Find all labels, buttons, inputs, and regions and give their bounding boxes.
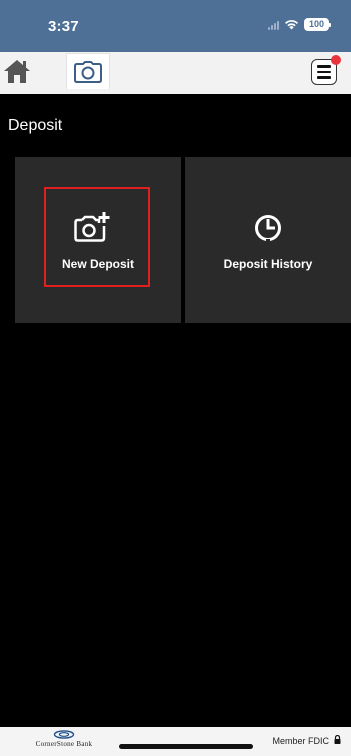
- home-icon: [4, 60, 30, 83]
- signal-icon: [268, 19, 279, 30]
- battery-icon: 100: [304, 18, 331, 31]
- status-time: 3:37: [48, 18, 79, 35]
- deposit-screen: 3:37 100 Deposit New Deposit Deposit His…: [0, 0, 351, 756]
- page-title: Deposit: [8, 117, 63, 134]
- bank-logo-icon: [53, 730, 75, 739]
- menu-button[interactable]: [311, 55, 341, 85]
- menu-icon-line: [317, 65, 331, 68]
- status-indicators: 100: [268, 18, 331, 31]
- menu-icon-line: [317, 70, 331, 74]
- deposit-history-label: Deposit History: [223, 257, 313, 271]
- clock-icon: [255, 215, 281, 243]
- footer: CornerStone Bank Member FDIC: [0, 727, 351, 756]
- home-indicator[interactable]: [119, 744, 253, 749]
- deposit-history-tile[interactable]: Deposit History: [185, 157, 351, 323]
- bank-name: CornerStone Bank: [35, 740, 93, 748]
- home-button[interactable]: [0, 52, 34, 90]
- new-deposit-label: New Deposit: [61, 257, 134, 271]
- camera-plus-icon: [74, 212, 110, 242]
- lock-icon: [334, 735, 341, 744]
- new-deposit-tile[interactable]: New Deposit: [15, 157, 181, 323]
- camera-tab[interactable]: [66, 53, 110, 89]
- member-fdic-text: Member FDIC: [272, 736, 329, 746]
- menu-icon-line: [317, 76, 331, 79]
- status-bar: 3:37 100: [0, 0, 351, 52]
- wifi-icon: [284, 19, 299, 30]
- camera-icon: [74, 60, 102, 83]
- bank-logo: CornerStone Bank: [28, 730, 100, 748]
- notification-badge: [331, 55, 341, 65]
- app-toolbar: [0, 52, 351, 94]
